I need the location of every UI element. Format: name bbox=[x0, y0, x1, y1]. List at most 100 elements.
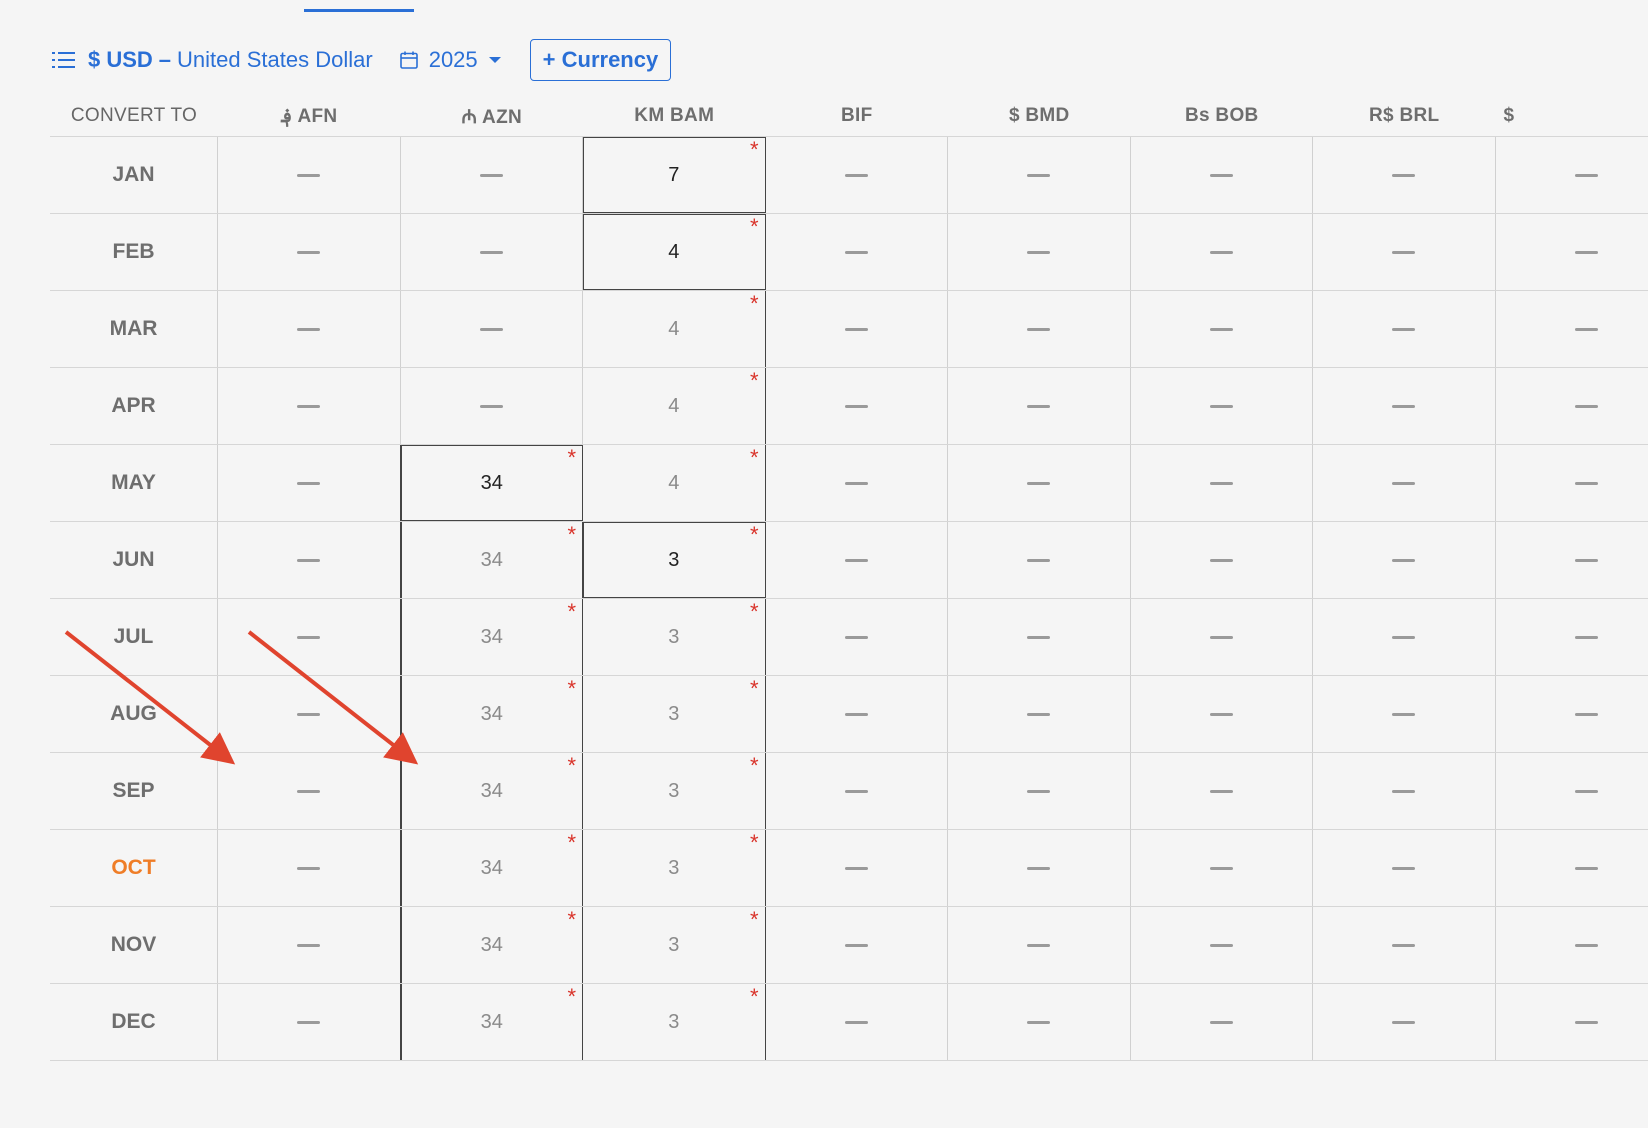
rate-cell-afn[interactable] bbox=[218, 753, 401, 829]
rate-cell-bmd[interactable] bbox=[948, 214, 1131, 290]
rate-cell-afn[interactable] bbox=[218, 522, 401, 598]
rate-cell-brl[interactable] bbox=[1313, 753, 1496, 829]
rate-cell-azn[interactable] bbox=[401, 368, 583, 444]
rate-cell-bam[interactable]: 4 * bbox=[583, 291, 766, 367]
rate-cell-azn[interactable] bbox=[401, 291, 583, 367]
rate-cell-next[interactable] bbox=[1496, 753, 1648, 829]
rate-cell-bam[interactable]: 3 * bbox=[583, 830, 766, 906]
rate-cell-afn[interactable] bbox=[218, 368, 401, 444]
rate-cell-brl[interactable] bbox=[1313, 830, 1496, 906]
rate-cell-bmd[interactable] bbox=[948, 753, 1131, 829]
rate-cell-bob[interactable] bbox=[1131, 907, 1313, 983]
rate-cell-bmd[interactable] bbox=[948, 907, 1131, 983]
list-icon[interactable] bbox=[52, 49, 78, 71]
rate-cell-bam[interactable]: 3 * bbox=[583, 676, 766, 752]
rate-cell-bob[interactable] bbox=[1131, 368, 1313, 444]
rate-cell-brl[interactable] bbox=[1313, 291, 1496, 367]
rate-cell-bmd[interactable] bbox=[948, 522, 1131, 598]
rate-cell-afn[interactable] bbox=[218, 291, 401, 367]
rate-cell-afn[interactable] bbox=[218, 445, 401, 521]
rate-cell-bob[interactable] bbox=[1131, 214, 1313, 290]
rate-cell-bif[interactable] bbox=[766, 137, 948, 213]
rate-cell-bam[interactable]: 3 * bbox=[583, 907, 766, 983]
rate-cell-next[interactable] bbox=[1496, 599, 1648, 675]
rate-cell-bif[interactable] bbox=[766, 830, 948, 906]
rate-cell-azn[interactable]: 34 * bbox=[400, 445, 583, 521]
rate-cell-bam[interactable]: 4 * bbox=[583, 368, 766, 444]
rate-cell-next[interactable] bbox=[1496, 830, 1648, 906]
rate-cell-azn[interactable] bbox=[401, 137, 583, 213]
rate-cell-next[interactable] bbox=[1496, 368, 1648, 444]
rate-cell-brl[interactable] bbox=[1313, 907, 1496, 983]
rate-cell-bob[interactable] bbox=[1131, 445, 1313, 521]
rate-cell-next[interactable] bbox=[1496, 522, 1648, 598]
rate-cell-bob[interactable] bbox=[1131, 291, 1313, 367]
rate-cell-bam[interactable]: 3 * bbox=[583, 599, 766, 675]
rate-cell-bif[interactable] bbox=[766, 291, 948, 367]
rate-cell-brl[interactable] bbox=[1313, 445, 1496, 521]
rate-cell-afn[interactable] bbox=[218, 676, 401, 752]
rate-cell-bif[interactable] bbox=[766, 445, 948, 521]
rate-cell-azn[interactable]: 34 * bbox=[400, 676, 583, 752]
rate-cell-brl[interactable] bbox=[1313, 522, 1496, 598]
rate-cell-azn[interactable]: 34 * bbox=[400, 599, 583, 675]
rate-cell-bif[interactable] bbox=[766, 522, 948, 598]
rate-cell-bob[interactable] bbox=[1131, 522, 1313, 598]
rate-cell-brl[interactable] bbox=[1313, 214, 1496, 290]
rate-cell-bif[interactable] bbox=[766, 984, 948, 1060]
rate-cell-bmd[interactable] bbox=[948, 445, 1131, 521]
rate-cell-next[interactable] bbox=[1496, 291, 1648, 367]
rate-cell-bmd[interactable] bbox=[948, 830, 1131, 906]
rate-cell-azn[interactable] bbox=[401, 214, 583, 290]
rate-cell-brl[interactable] bbox=[1313, 599, 1496, 675]
rate-cell-bob[interactable] bbox=[1131, 676, 1313, 752]
rate-cell-next[interactable] bbox=[1496, 984, 1648, 1060]
rate-cell-bmd[interactable] bbox=[948, 984, 1131, 1060]
rate-cell-next[interactable] bbox=[1496, 137, 1648, 213]
rate-cell-azn[interactable]: 34 * bbox=[400, 907, 583, 983]
rate-cell-next[interactable] bbox=[1496, 907, 1648, 983]
rate-cell-bam[interactable]: 4 * bbox=[583, 445, 766, 521]
rate-cell-azn[interactable]: 34 * bbox=[400, 830, 583, 906]
rate-cell-brl[interactable] bbox=[1313, 137, 1496, 213]
rate-cell-bmd[interactable] bbox=[948, 599, 1131, 675]
rate-cell-bmd[interactable] bbox=[948, 291, 1131, 367]
rate-cell-bam[interactable]: 7 * bbox=[583, 137, 766, 213]
rate-cell-afn[interactable] bbox=[218, 214, 401, 290]
rate-cell-afn[interactable] bbox=[218, 830, 401, 906]
rate-cell-afn[interactable] bbox=[218, 984, 401, 1060]
rate-cell-azn[interactable]: 34 * bbox=[400, 522, 583, 598]
rate-cell-bam[interactable]: 3 * bbox=[583, 984, 766, 1060]
rate-cell-brl[interactable] bbox=[1313, 368, 1496, 444]
rate-cell-brl[interactable] bbox=[1313, 984, 1496, 1060]
add-currency-button[interactable]: + Currency bbox=[529, 39, 672, 81]
rate-cell-bif[interactable] bbox=[766, 599, 948, 675]
rate-cell-bif[interactable] bbox=[766, 753, 948, 829]
rate-cell-bif[interactable] bbox=[766, 368, 948, 444]
rate-cell-next[interactable] bbox=[1496, 676, 1648, 752]
rate-cell-brl[interactable] bbox=[1313, 676, 1496, 752]
rate-cell-bob[interactable] bbox=[1131, 984, 1313, 1060]
rate-cell-bob[interactable] bbox=[1131, 137, 1313, 213]
rate-cell-bam[interactable]: 3 * bbox=[583, 522, 766, 598]
rate-cell-bif[interactable] bbox=[766, 214, 948, 290]
rate-cell-next[interactable] bbox=[1496, 214, 1648, 290]
rate-cell-bam[interactable]: 3 * bbox=[583, 753, 766, 829]
rate-cell-bmd[interactable] bbox=[948, 368, 1131, 444]
rate-cell-azn[interactable]: 34 * bbox=[400, 753, 583, 829]
rate-cell-bmd[interactable] bbox=[948, 137, 1131, 213]
year-selector[interactable]: 2025 bbox=[399, 47, 502, 73]
rate-cell-bmd[interactable] bbox=[948, 676, 1131, 752]
rate-cell-afn[interactable] bbox=[218, 599, 401, 675]
rate-cell-bob[interactable] bbox=[1131, 830, 1313, 906]
rate-cell-bam[interactable]: 4 * bbox=[583, 214, 766, 290]
rate-cell-afn[interactable] bbox=[218, 907, 401, 983]
rate-cell-bob[interactable] bbox=[1131, 599, 1313, 675]
rate-cell-bob[interactable] bbox=[1131, 753, 1313, 829]
rate-cell-azn[interactable]: 34 * bbox=[400, 984, 583, 1060]
rate-cell-bif[interactable] bbox=[766, 676, 948, 752]
rate-cell-next[interactable] bbox=[1496, 445, 1648, 521]
rate-cell-afn[interactable] bbox=[218, 137, 401, 213]
rate-cell-bif[interactable] bbox=[766, 907, 948, 983]
base-currency-selector[interactable]: $ USD – United States Dollar bbox=[88, 47, 373, 73]
